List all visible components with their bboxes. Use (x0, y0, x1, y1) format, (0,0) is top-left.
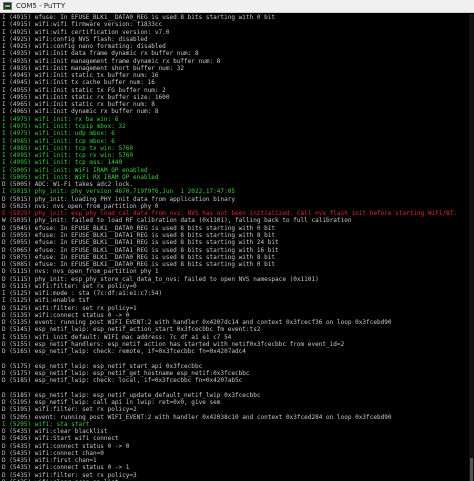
title-bar[interactable]: COM5 - PuTTY (0, 0, 474, 13)
window-title: COM5 - PuTTY (16, 2, 66, 10)
terminal-line: I (4975) wifi_init: tcpip mbox: 32 (2, 122, 126, 130)
terminal-line: I (4985) wifi_init: tcp mbox: 6 (2, 137, 115, 145)
terminal-line: W (5035) phy_init: failed to load RF cal… (2, 217, 352, 225)
terminal-line: D (5115) wifi:filter: set rx policy=0 (2, 282, 137, 290)
terminal-line: I (4955) wifi:Init static tx FG buffer n… (2, 86, 166, 94)
terminal-line: I (4935) wifi:Init management short buff… (2, 64, 185, 72)
terminal-line: D (5175) esp_netif_lwip: esp_netif_start… (2, 362, 203, 370)
terminal-line: I (4915) efuse: In EFUSE_BLK1__DATA0_REG… (2, 14, 276, 21)
terminal-line: D (5205) event: running post WIFI_EVENT:… (2, 413, 392, 421)
terminal-line: I (4925) wifi:wifi certification version… (2, 28, 170, 36)
terminal-line: D (5435) wifi:clear blacklist (2, 428, 108, 436)
terminal-line: I (5125) wifi:enable tsf (2, 297, 90, 305)
terminal-line: I (4915) wifi:wifi firmware version: f18… (2, 21, 163, 29)
terminal-line: I (4945) wifi:Init static tx buffer num:… (2, 72, 159, 80)
terminal-line: D (5015) phy_init: loading PHY init data… (2, 195, 235, 203)
terminal-line: I (4955) wifi:Init static rx buffer size… (2, 93, 170, 101)
terminal-line: D (5185) esp_netif_lwip: check: local, i… (2, 377, 243, 385)
putty-window: COM5 - PuTTY I (4915) efuse: In EFUSE_BL… (0, 0, 474, 481)
terminal-line: I (5005) wifi_init: WiFi IRAM OP enabled (2, 166, 148, 174)
terminal-line: I (4945) wifi:Init tx cache buffer num: … (2, 79, 155, 87)
terminal-line: I (5205) wifi: sta start (2, 420, 90, 428)
terminal-line: I (4925) wifi:config nano formating: dis… (2, 43, 166, 51)
terminal-line: D (5145) esp_netif_lwip: esp_netif_actio… (2, 326, 261, 334)
terminal-line: I (4975) wifi_init: udp mbox: 6 (2, 130, 115, 138)
terminal-line: D (5185) esp_netif_lwip: esp_netif_updat… (2, 391, 261, 399)
scrollbar-thumb[interactable] (470, 457, 473, 481)
terminal-line: D (5055) efuse: In EFUSE_BLK1__DATA1_REG… (2, 239, 279, 247)
terminal-line: D (5075) efuse: In EFUSE_BLK1__DATA0_REG… (2, 253, 276, 261)
terminal-line: D (5055) efuse: In EFUSE_BLK1__DATA1_REG… (2, 231, 276, 239)
terminal-line: I (4935) wifi:Init management frame dyna… (2, 57, 221, 65)
terminal-line: I (5005) wifi_init: WiFi RX IRAM OP enab… (2, 173, 159, 181)
terminal-line: D (5435) wifi:connect chan=0 (2, 449, 104, 457)
terminal-line: D (5115) nvs: nvs_open_from_partition ph… (2, 268, 159, 276)
terminal-line: I (4975) wifi_init: rx ba win: 6 (2, 115, 119, 123)
putty-icon (3, 2, 12, 10)
terminal-line: I (5015) phy_init: phy_version 4670,719f… (2, 188, 235, 196)
terminal-line: I (4925) wifi:config NVS flash: disabled (2, 35, 148, 43)
terminal-line: I (4985) wifi_init: tcp tx win: 5760 (2, 144, 134, 152)
terminal-line: D (5135) event: running post WIFI_EVENT:… (2, 319, 392, 327)
terminal-line: I (5155) wifi_init_default: WIFI mac add… (2, 333, 232, 341)
terminal-line: I (4965) wifi:Init dynamic rx buffer num… (2, 108, 159, 116)
terminal-line: D (5155) esp_netif_handlers: esp_netif a… (2, 340, 345, 348)
vertical-scrollbar[interactable] (469, 14, 474, 481)
terminal-line: D (5125) wifi:filter: set rx policy=1 (2, 304, 137, 312)
terminal-line: D (5195) esp_netif_lwip: call api in lwi… (2, 399, 221, 407)
terminal-line: D (5165) esp_netif_lwip: check: remote, … (2, 348, 246, 356)
terminal-line: I (4995) wifi_init: tcp mss: 1440 (2, 159, 123, 167)
terminal-line: D (5435) wifi:filter: set rx policy=3 (2, 471, 137, 479)
terminal-line: D (5435) wifi:Start wifi connect (2, 435, 119, 443)
terminal-line: D (5435) wifi:connect status 0 -> 1 (2, 464, 130, 472)
terminal-line: I (4965) wifi:Init static rx buffer num:… (2, 101, 155, 109)
terminal-line: D (5435) wifi:connect status 0 -> 0 (2, 442, 130, 450)
terminal-output[interactable]: I (4915) efuse: In EFUSE_BLK1__DATA0_REG… (2, 14, 468, 481)
terminal-line: E (5025) phy_init: esp_phy_load_cal_data… (2, 210, 458, 218)
terminal-line: D (5175) esp_netif_lwip: esp_netif_get_h… (2, 370, 250, 378)
terminal-line: D (5025) nvs: nvs_open_from_partition ph… (2, 202, 159, 210)
terminal-line: D (5195) wifi:filter: set rx policy=2 (2, 406, 137, 414)
terminal-line: I (4935) wifi:Init data frame dynamic rx… (2, 50, 199, 58)
terminal-line: D (5065) efuse: In EFUSE_BLK1__DATA1_REG… (2, 246, 279, 254)
terminal-line: I (5125) wifi:mode : sta (7c:df:a1:e1:c7… (2, 290, 163, 298)
terminal-line: D (5115) phy_init: esp_phy_store_cal_dat… (2, 275, 319, 283)
terminal-line: D (5045) efuse: In EFUSE_BLK1__DATA0_REG… (2, 224, 276, 232)
terminal-line: D (5005) ADC: Wi-Fi takes adc2 lock. (2, 181, 134, 189)
terminal-line: D (5435) wifi:first chan=1 (2, 457, 97, 465)
terminal-line: I (4995) wifi_init: tcp rx win: 5760 (2, 152, 134, 160)
terminal-line: D (5135) wifi:connect status 0 -> 0 (2, 311, 130, 319)
terminal-line: D (5085) efuse: In EFUSE_BLK1__DATA0_REG… (2, 261, 276, 269)
